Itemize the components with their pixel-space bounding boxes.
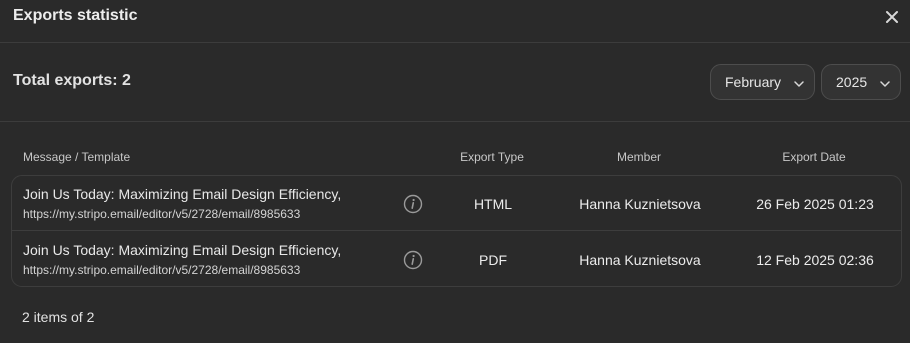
exports-table: Join Us Today: Maximizing Email Design E… bbox=[11, 175, 902, 287]
close-icon[interactable] bbox=[884, 9, 900, 25]
member-name: Hanna Kuznietsova bbox=[579, 252, 701, 268]
column-header-member: Member bbox=[616, 150, 661, 164]
year-select-value: 2025 bbox=[836, 74, 868, 90]
column-header-message: Message / Template bbox=[23, 150, 131, 164]
summary-bar: Total exports: 2 February 2025 bbox=[0, 43, 910, 122]
template-title: Join Us Today: Maximizing Email Design E… bbox=[23, 242, 342, 258]
export-date: 12 Feb 2025 02:36 bbox=[756, 252, 874, 268]
total-exports-label: Total exports: 2 bbox=[13, 72, 131, 89]
dialog-header: Exports statistic bbox=[0, 0, 910, 43]
chevron-down-icon bbox=[793, 77, 805, 89]
year-select[interactable]: 2025 bbox=[821, 64, 901, 100]
table-row: Join Us Today: Maximizing Email Design E… bbox=[12, 176, 901, 231]
dialog-title: Exports statistic bbox=[13, 7, 138, 24]
template-title: Join Us Today: Maximizing Email Design E… bbox=[23, 186, 342, 202]
template-url[interactable]: https://my.stripo.email/editor/v5/2728/e… bbox=[23, 207, 300, 221]
month-select-value: February bbox=[725, 74, 782, 90]
chevron-down-icon bbox=[879, 77, 891, 89]
export-date: 26 Feb 2025 01:23 bbox=[756, 196, 874, 212]
template-url[interactable]: https://my.stripo.email/editor/v5/2728/e… bbox=[23, 263, 300, 277]
member-name: Hanna Kuznietsova bbox=[579, 196, 701, 212]
pagination-summary: 2 items of 2 bbox=[22, 309, 95, 325]
column-header-export-date: Export Date bbox=[782, 150, 846, 164]
month-select[interactable]: February bbox=[710, 64, 815, 100]
table-row: Join Us Today: Maximizing Email Design E… bbox=[12, 232, 901, 287]
